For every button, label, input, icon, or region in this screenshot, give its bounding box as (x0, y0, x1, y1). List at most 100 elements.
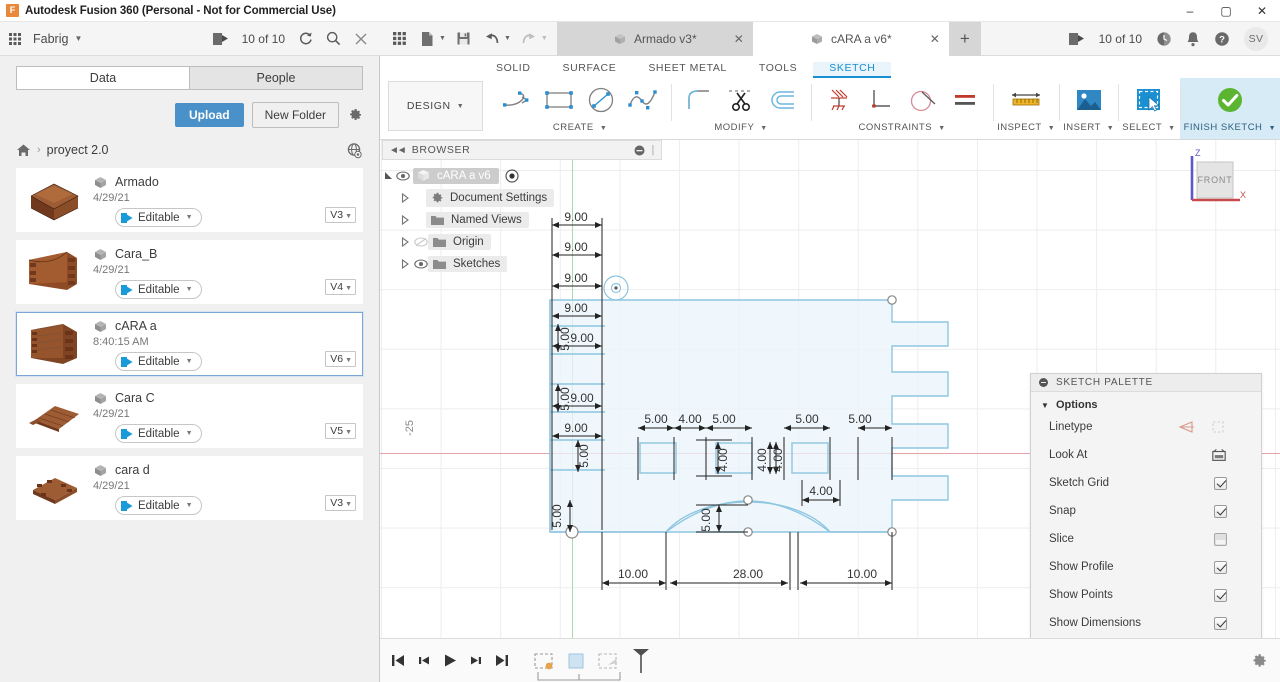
chevron-down-icon[interactable]: ▼ (457, 103, 465, 110)
notification-bell-icon[interactable] (1186, 31, 1200, 47)
ribbon-group-label[interactable]: INSERT ▼ (1063, 122, 1114, 136)
close-icon[interactable]: ✕ (930, 32, 940, 46)
palette-section-options[interactable]: ▼ Options (1031, 392, 1261, 413)
version-badge[interactable]: V6 ▼ (325, 351, 356, 367)
dim-top-5[interactable]: 5.00 (848, 412, 872, 426)
version-badge[interactable]: V3 ▼ (325, 207, 356, 223)
close-button[interactable]: ✕ (1244, 0, 1280, 22)
version-badge[interactable]: V5 ▼ (325, 423, 356, 439)
ribbon-tab-solid[interactable]: SOLID (480, 62, 547, 78)
step-forward-icon[interactable] (468, 653, 484, 668)
ribbon-group-label[interactable]: CONSTRAINTS ▼ (858, 122, 945, 136)
fillet-icon[interactable] (679, 79, 719, 121)
chevron-down-icon[interactable]: ▼ (186, 286, 193, 293)
rectangle-icon[interactable] (539, 79, 579, 121)
search-icon[interactable] (326, 31, 341, 46)
tree-node-origin[interactable]: Origin (382, 231, 662, 253)
ribbon-tab-sketch[interactable]: SKETCH (813, 62, 892, 78)
dim-v-small-1[interactable]: 5.00 (558, 327, 572, 351)
palette-row-show-dimensions[interactable]: Show Dimensions (1031, 609, 1261, 637)
document-tab-cara-a[interactable]: cARA a v6* ✕ (752, 21, 949, 56)
arc-icon[interactable] (497, 79, 537, 121)
close-icon[interactable]: ✕ (734, 32, 744, 46)
chevron-down-icon[interactable]: ▼ (186, 430, 193, 437)
tree-node-named-views[interactable]: Named Views (382, 209, 662, 231)
editable-state-dropdown[interactable]: Editable ▼ (115, 280, 202, 299)
dim-bottom-3[interactable]: 10.00 (847, 567, 877, 581)
dim-v-small-2[interactable]: 5.00 (558, 387, 572, 411)
chevron-down-icon[interactable]: ▼ (504, 35, 511, 42)
fix-ground-icon[interactable] (819, 79, 859, 121)
history-clock-icon[interactable] (1156, 31, 1172, 47)
jobs-icon[interactable] (212, 32, 229, 46)
tree-node-document-settings[interactable]: Document Settings (382, 187, 662, 209)
chevron-down-icon[interactable]: ▼ (186, 358, 193, 365)
dim-arc-height[interactable]: 5.00 (699, 508, 713, 532)
dim-bottom-1[interactable]: 10.00 (618, 567, 648, 581)
construction-line-icon[interactable] (1178, 420, 1195, 434)
new-folder-button[interactable]: New Folder (251, 102, 339, 128)
go-to-end-icon[interactable] (494, 653, 510, 668)
gear-icon[interactable] (347, 107, 363, 123)
editable-state-dropdown[interactable]: Editable ▼ (115, 352, 202, 371)
dim-v-4[interactable]: 9.00 (564, 301, 588, 315)
green-check-icon[interactable] (1210, 79, 1250, 121)
dim-top-3[interactable]: 5.00 (712, 412, 736, 426)
chevron-down-icon[interactable]: ▼ (345, 429, 352, 436)
chevron-down-icon[interactable]: ▼ (541, 35, 548, 42)
undo-icon[interactable] (479, 26, 505, 52)
chevron-down-icon[interactable]: ▼ (1168, 125, 1175, 132)
look-at-icon[interactable] (1211, 448, 1227, 463)
circle-icon[interactable] (581, 79, 621, 121)
chevron-down-icon[interactable]: ▼ (345, 501, 352, 508)
expand-triangle-icon[interactable] (398, 192, 412, 204)
chevron-down-icon[interactable]: ▼ (1048, 125, 1055, 132)
palette-row-look-at[interactable]: Look At (1031, 441, 1261, 469)
select-cursor-icon[interactable] (1129, 79, 1169, 121)
eye-hidden-icon[interactable] (414, 237, 428, 247)
close-panel-icon[interactable] (354, 32, 368, 46)
collapse-left-icon[interactable]: ◄◄ (389, 145, 407, 156)
ribbon-group-label[interactable]: FINISH SKETCH ▼ (1184, 122, 1276, 136)
editable-state-dropdown[interactable]: Editable ▼ (115, 496, 202, 515)
chevron-down-icon[interactable]: ▼ (760, 125, 767, 132)
ribbon-group-label[interactable]: INSPECT ▼ (997, 122, 1055, 136)
home-icon[interactable] (16, 143, 31, 157)
jobs-icon[interactable] (1068, 32, 1085, 46)
version-badge[interactable]: V3 ▼ (325, 495, 356, 511)
dim-top-2[interactable]: 4.00 (678, 412, 702, 426)
refresh-icon[interactable] (298, 31, 313, 46)
list-item-selected[interactable]: cARA a 8:40:15 AM Editable ▼ V6 ▼ (15, 311, 364, 377)
palette-row-show-points[interactable]: Show Points (1031, 581, 1261, 609)
eye-icon[interactable] (414, 259, 428, 269)
chevron-down-icon[interactable]: ▼ (1107, 125, 1114, 132)
palette-row-sketch-grid[interactable]: Sketch Grid (1031, 469, 1261, 497)
go-to-start-icon[interactable] (390, 653, 406, 668)
chevron-down-icon[interactable]: ▼ (600, 125, 607, 132)
palette-row-show-profile[interactable]: Show Profile (1031, 553, 1261, 581)
dim-top-4[interactable]: 5.00 (795, 412, 819, 426)
slice-checkbox[interactable] (1214, 532, 1227, 546)
dim-v-small-4[interactable]: 5.00 (550, 504, 564, 528)
palette-row-slice[interactable]: Slice (1031, 525, 1261, 553)
offset-icon[interactable] (763, 79, 803, 121)
trim-scissors-icon[interactable] (721, 79, 761, 121)
dim-inner-3[interactable]: 4.00 (771, 448, 785, 472)
globe-share-icon[interactable] (346, 142, 363, 159)
avatar[interactable]: SV (1244, 26, 1268, 51)
dim-v-5[interactable]: 9.00 (570, 331, 594, 345)
chevron-down-icon[interactable]: ▼ (345, 213, 352, 220)
minimize-button[interactable]: – (1172, 0, 1208, 22)
document-tab-armado[interactable]: Armado v3* ✕ (556, 21, 753, 56)
list-item[interactable]: Cara_B 4/29/21 Editable ▼ V4 ▼ (16, 240, 363, 304)
dim-inner-2[interactable]: 4.00 (755, 448, 769, 472)
sketch-canvas[interactable]: -25 9.00 9.00 9.00 9.00 9.00 9.00 9.00 5… (380, 140, 1280, 682)
dim-inner-1[interactable]: 4.00 (716, 448, 730, 472)
list-item[interactable]: cara d 4/29/21 Editable ▼ V3 ▼ (16, 456, 363, 520)
version-badge[interactable]: V4 ▼ (325, 279, 356, 295)
insert-image-icon[interactable] (1069, 79, 1109, 121)
dim-top-1[interactable]: 5.00 (644, 412, 668, 426)
chevron-down-icon[interactable]: ▼ (186, 214, 193, 221)
step-back-icon[interactable] (416, 653, 432, 668)
ribbon-tab-tools[interactable]: TOOLS (743, 62, 813, 78)
